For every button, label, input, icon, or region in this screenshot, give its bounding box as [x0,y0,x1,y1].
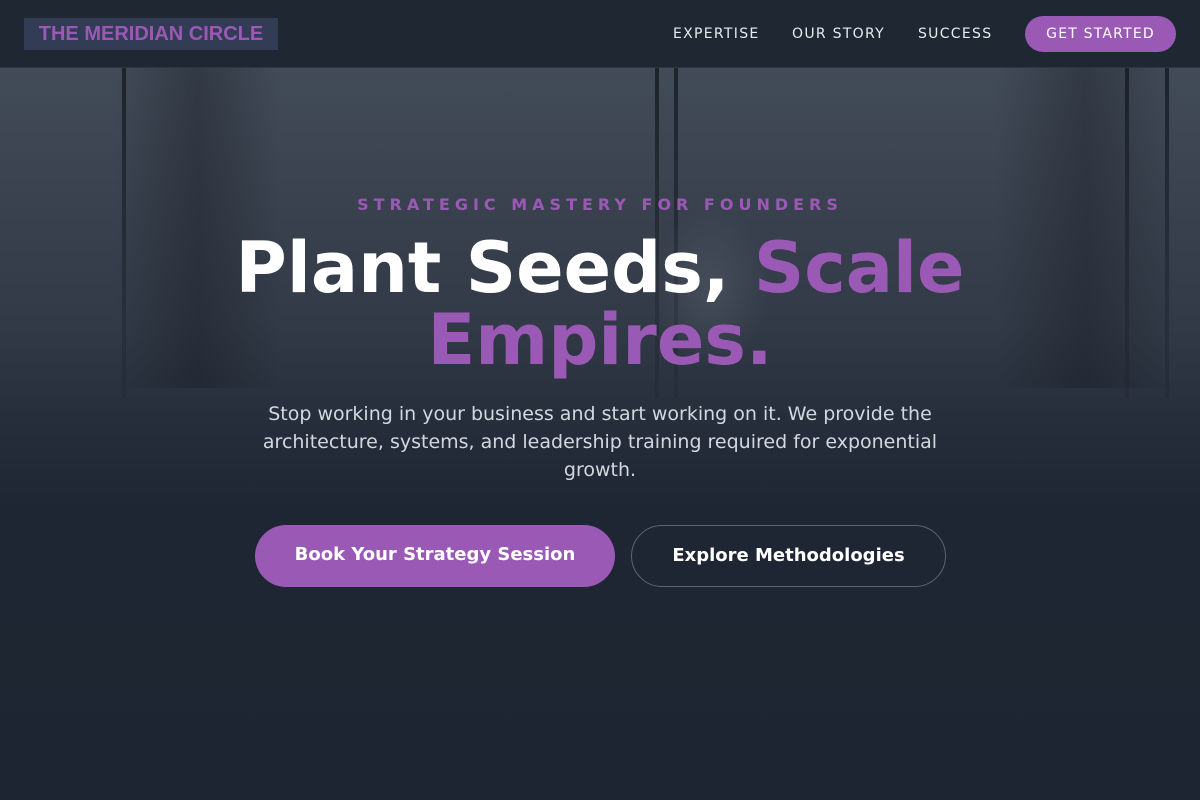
top-navbar: THE MERIDIAN CIRCLE EXPERTISE OUR STORY … [0,0,1200,68]
landing-page: THE MERIDIAN CIRCLE EXPERTISE OUR STORY … [0,0,1200,800]
headline-plain-text: Plant Seeds, [235,227,730,309]
window-frame-left [122,68,126,398]
brand-logo[interactable]: THE MERIDIAN CIRCLE [24,18,278,50]
window-frame-right [1125,68,1129,398]
hero-headline: Plant Seeds, Scale Empires. [150,232,1050,376]
nav-link-expertise[interactable]: EXPERTISE [673,24,760,44]
nav-link-our-story[interactable]: OUR STORY [792,24,885,44]
nav-link-success[interactable]: SUCCESS [918,24,992,44]
book-strategy-session-button[interactable]: Book Your Strategy Session [255,525,615,587]
explore-methodologies-button[interactable]: Explore Methodologies [631,525,946,587]
hero-subtext: Stop working in your business and start … [262,403,938,481]
window-frame-far-right [1165,68,1169,398]
get-started-button[interactable]: GET STARTED [1025,16,1176,52]
hero-eyebrow: STRATEGIC MASTERY FOR FOUNDERS [357,195,843,214]
